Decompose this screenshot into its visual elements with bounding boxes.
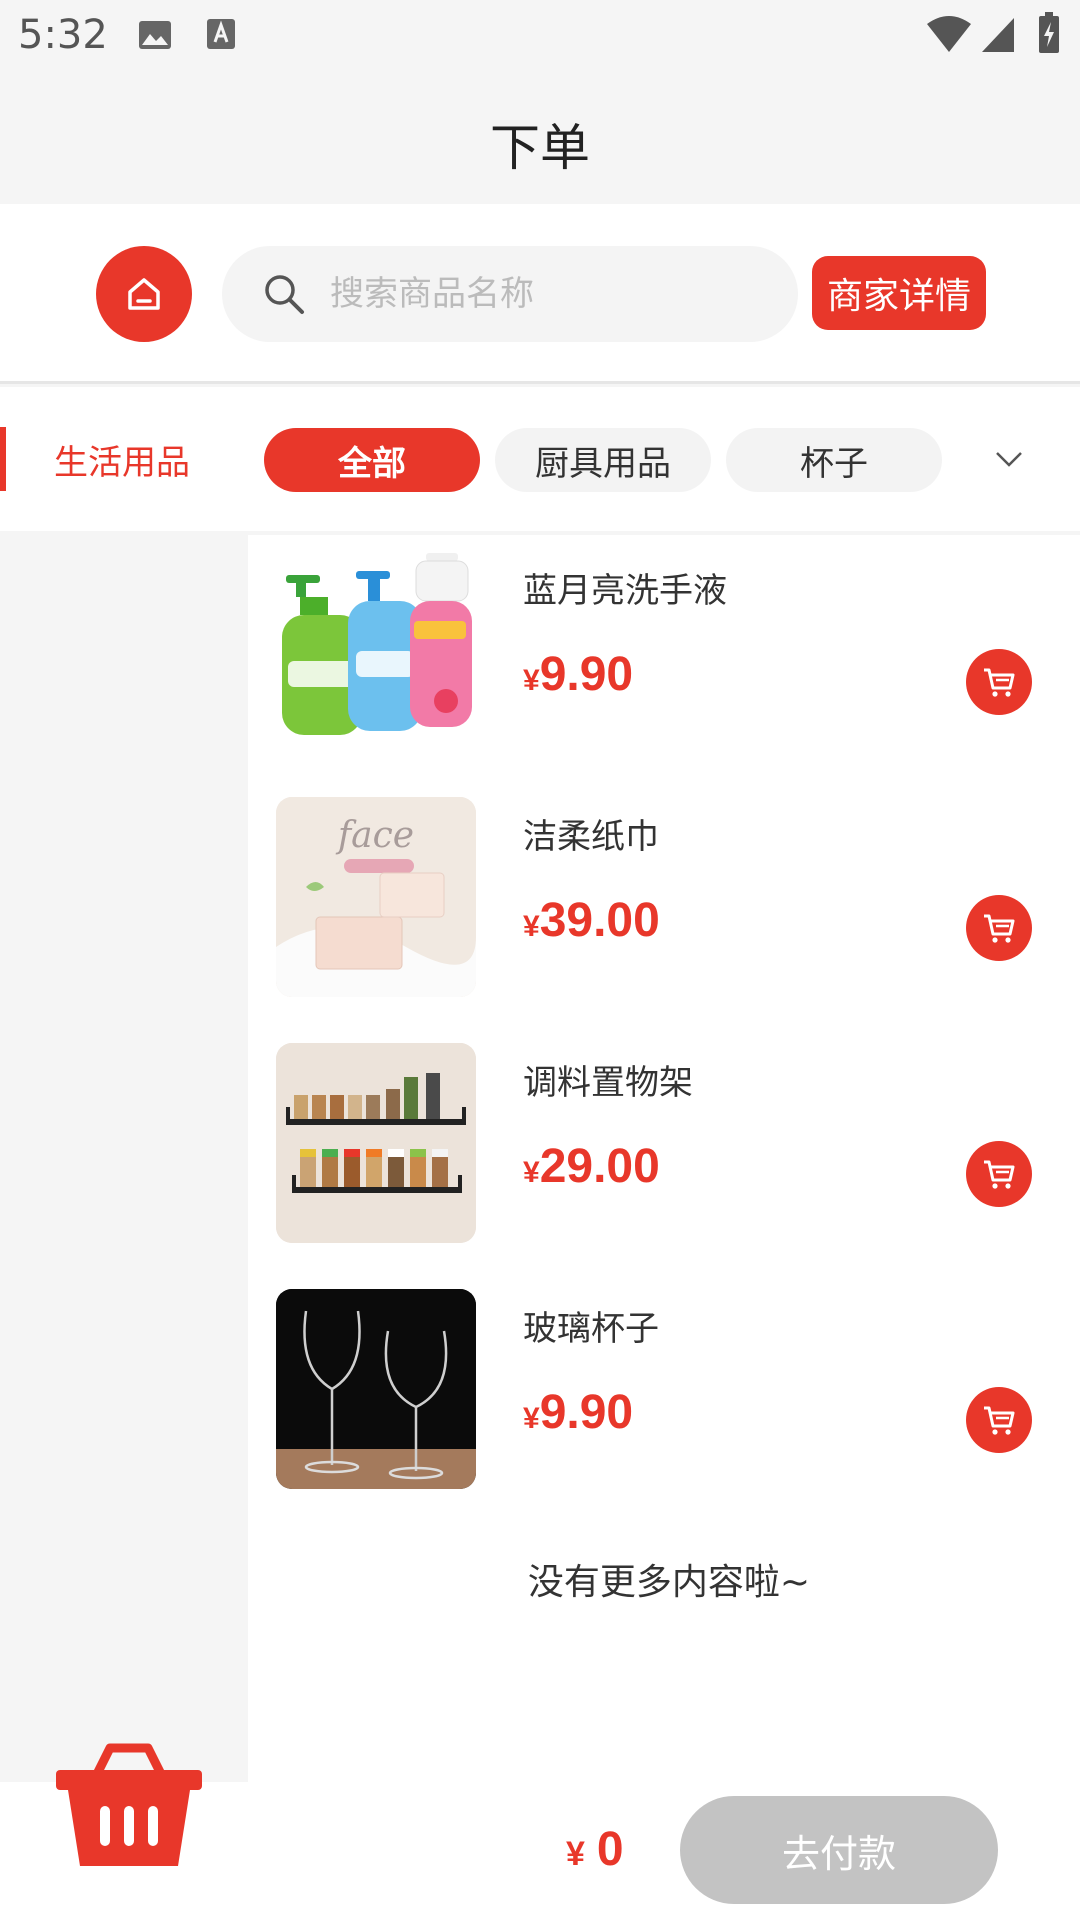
image-notification-icon: [139, 21, 171, 49]
chip-kitchenware[interactable]: 厨具用品: [495, 428, 711, 492]
add-to-cart-button[interactable]: [966, 649, 1032, 715]
product-image-hand-soap: [276, 551, 476, 751]
active-category-indicator: [0, 427, 6, 491]
font-notification-icon: [207, 19, 235, 49]
add-to-cart-button[interactable]: [966, 1141, 1032, 1207]
add-to-cart-button[interactable]: [966, 1387, 1032, 1453]
chip-cups[interactable]: 杯子: [726, 428, 942, 492]
battery-charging-icon: [1039, 12, 1059, 53]
list-end-message: 没有更多内容啦~: [527, 1562, 811, 1603]
checkout-button[interactable]: 去付款: [680, 1796, 998, 1904]
product-price: ¥39.00: [523, 894, 660, 947]
status-bar: 5:32: [0, 0, 1080, 78]
search-input[interactable]: [330, 266, 770, 322]
product-name: 蓝月亮洗手液: [523, 571, 727, 611]
cart-icon: [984, 1406, 1015, 1435]
product-item[interactable]: 玻璃杯子 ¥9.90: [248, 1273, 1080, 1519]
product-name: 洁柔纸巾: [523, 817, 659, 857]
category-sidebar: [0, 531, 248, 1781]
category-bar: 生活用品 全部 厨具用品 杯子: [0, 387, 1080, 531]
checkout-bar: ¥0 去付款: [0, 1743, 1080, 1920]
merchant-details-button[interactable]: 商家详情: [812, 256, 986, 330]
sidebar-category-label[interactable]: 生活用品: [54, 435, 190, 484]
product-price: ¥29.00: [523, 1140, 660, 1193]
product-image-wine-glasses: [276, 1289, 476, 1489]
cart-icon: [984, 668, 1015, 697]
chip-all[interactable]: 全部: [264, 428, 480, 492]
cart-total: ¥0: [566, 1823, 624, 1876]
search-box[interactable]: [222, 246, 798, 342]
product-item[interactable]: face 洁柔纸巾 ¥39.00: [248, 781, 1080, 1027]
product-name: 调料置物架: [523, 1063, 693, 1103]
add-to-cart-button[interactable]: [966, 895, 1032, 961]
app-header: 下单: [0, 78, 1080, 204]
product-price: ¥9.90: [523, 1386, 634, 1439]
product-price: ¥9.90: [523, 648, 634, 701]
search-row: 商家详情: [0, 204, 1080, 384]
home-icon: [128, 278, 160, 310]
cart-icon: [984, 1160, 1015, 1189]
product-list: 蓝月亮洗手液 ¥9.90 face 洁柔纸巾 ¥39.00 调料置物架 ¥29.…: [248, 535, 1080, 1785]
svg-text:face: face: [335, 815, 414, 856]
shopping-basket-icon[interactable]: [54, 1742, 204, 1870]
cart-icon: [984, 914, 1015, 943]
chevron-down-icon[interactable]: [992, 445, 1026, 473]
product-name: 玻璃杯子: [523, 1309, 659, 1349]
product-item[interactable]: 调料置物架 ¥29.00: [248, 1027, 1080, 1273]
page-title: 下单: [490, 119, 590, 177]
home-button[interactable]: [96, 246, 192, 342]
product-item[interactable]: 蓝月亮洗手液 ¥9.90: [248, 535, 1080, 781]
wifi-icon: [927, 16, 971, 52]
product-image-tissue: face: [276, 797, 476, 997]
cellular-signal-icon: [982, 18, 1014, 52]
status-time: 5:32: [18, 12, 108, 58]
product-image-spice-rack: [276, 1043, 476, 1243]
search-icon: [265, 275, 304, 314]
